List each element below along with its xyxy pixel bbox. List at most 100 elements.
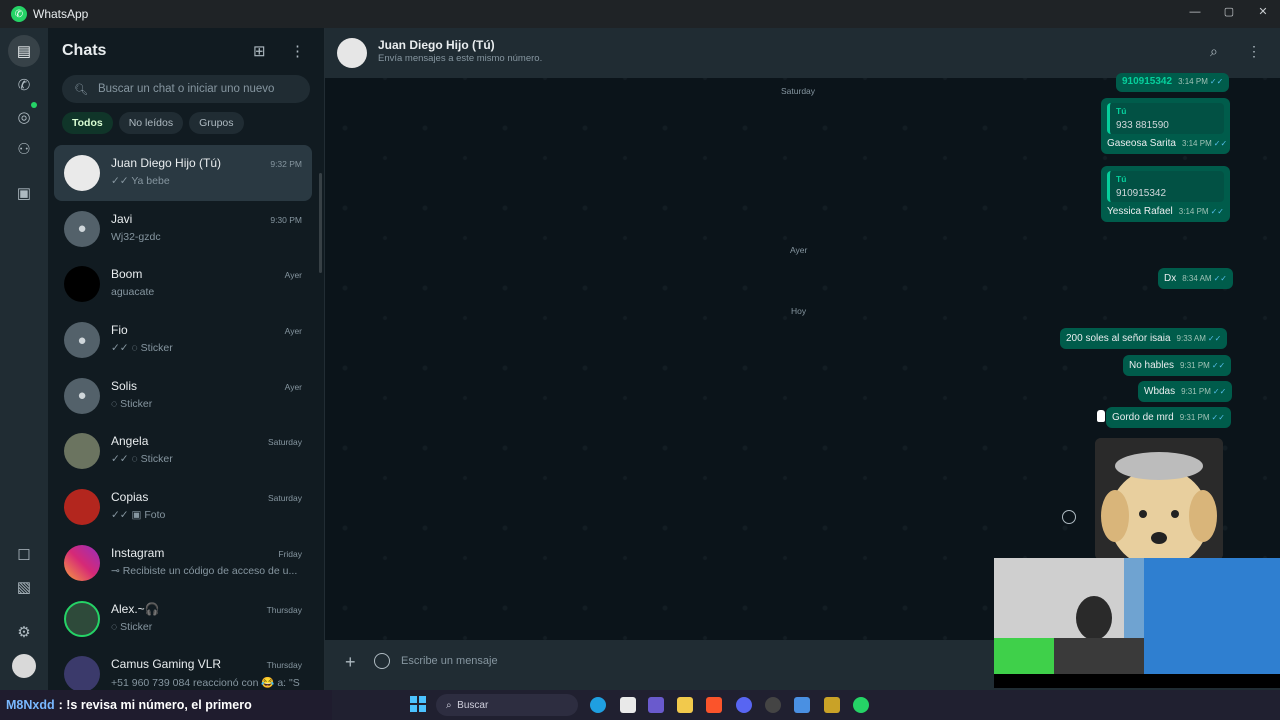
title-bar: ✆ WhatsApp — ▢ ✕	[0, 0, 1280, 28]
sticker-puppy-image[interactable]	[1095, 438, 1223, 560]
maximize-button[interactable]: ▢	[1212, 0, 1246, 28]
chat-item-camus[interactable]: Camus Gaming VLR Thursday +51 960 739 08…	[54, 646, 312, 690]
close-button[interactable]: ✕	[1246, 0, 1280, 28]
sidebar-title: Chats	[62, 42, 107, 59]
minimize-button[interactable]: —	[1178, 0, 1212, 28]
avatar	[64, 489, 100, 526]
avatar	[64, 656, 100, 690]
message-bubble[interactable]: No hables 9:31 PM ✓✓	[1123, 355, 1232, 376]
attach-icon[interactable]: +	[345, 652, 356, 673]
whatsapp-taskbar-icon[interactable]	[853, 697, 869, 713]
chat-item-alex[interactable]: Alex.~🎧 Thursday ◌ Sticker	[54, 591, 312, 647]
message-text: Dx	[1164, 273, 1177, 284]
new-chat-icon[interactable]: ⊞	[253, 42, 266, 60]
chat-preview: ✓✓ Ya bebe	[111, 175, 170, 187]
chat-time: 9:32 PM	[270, 159, 302, 169]
quoted-message[interactable]: Tú 933 881590	[1107, 103, 1224, 134]
chat-preview: ✓✓ ◌ Sticker	[111, 453, 173, 466]
read-check-icon: ✓✓	[1213, 139, 1228, 148]
message-bubble[interactable]: Gordo de mrd 9:31 PM ✓✓	[1106, 407, 1231, 428]
chat-item-instagram[interactable]: Instagram Friday ⊸ Recibiste un código d…	[54, 535, 312, 591]
message-bubble[interactable]: 200 soles al señor isaia 9:33 AM ✓✓	[1060, 328, 1228, 349]
sticker-icon[interactable]	[374, 653, 390, 669]
avatar	[64, 433, 100, 470]
filter-chips: Todos No leídos Grupos	[62, 112, 244, 134]
chat-time: Ayer	[284, 381, 302, 392]
webcam-overlay	[994, 558, 1280, 688]
chat-time: Friday	[278, 548, 302, 559]
chat-preview: Wj32-gzdc	[111, 230, 161, 243]
stream-chat-user: M8Nxdd	[6, 698, 55, 712]
default-avatar-icon: ●	[64, 322, 100, 359]
message-time: 9:31 PM	[1181, 387, 1211, 396]
starred-icon[interactable]: ☐	[12, 543, 36, 567]
brave-icon[interactable]	[706, 697, 722, 713]
chat-name: Solis	[111, 378, 138, 393]
quoted-message[interactable]: Tú 910915342	[1107, 171, 1224, 202]
chat-list-panel: Chats ⊞ ⋮ 🔍︎ Buscar un chat o iniciar un…	[48, 28, 325, 690]
chat-time: Ayer	[284, 326, 302, 337]
message-bubble[interactable]: 910915342 3:14 PM ✓✓	[1116, 73, 1230, 92]
filter-grupos[interactable]: Grupos	[189, 112, 244, 134]
whatsapp-logo-icon: ✆	[11, 6, 27, 22]
avatar	[64, 266, 100, 303]
menu-icon[interactable]: ⋮	[1247, 43, 1261, 60]
message-text: Wbdas	[1144, 386, 1176, 397]
windows-start-icon[interactable]	[410, 696, 426, 712]
communities-icon[interactable]: ⚇	[12, 137, 36, 161]
app-icon[interactable]	[648, 697, 664, 713]
react-emoji-icon[interactable]	[1062, 510, 1076, 524]
chat-item-copias[interactable]: Copias Saturday ✓✓ ▣ Foto	[54, 479, 312, 535]
message-bubble[interactable]: Dx 8:34 AM ✓✓	[1158, 268, 1233, 289]
discord-icon[interactable]	[736, 697, 752, 713]
message-time: 8:34 AM	[1182, 274, 1212, 283]
chats-icon[interactable]: ▤	[8, 35, 40, 67]
quoted-text: 933 881590	[1116, 120, 1169, 131]
calls-icon[interactable]: ✆	[12, 73, 36, 97]
chat-item-solis[interactable]: ● Solis Ayer ◌ Sticker	[54, 368, 312, 424]
notepad-icon[interactable]	[794, 697, 810, 713]
search-icon[interactable]: ⌕	[1210, 43, 1218, 60]
settings-icon[interactable]: ⚙	[12, 620, 36, 644]
archived-icon[interactable]: ▣	[12, 181, 36, 205]
conversation-header[interactable]: Juan Diego Hijo (Tú) Envía mensajes a es…	[325, 28, 1280, 78]
contact-avatar[interactable]	[337, 38, 367, 68]
default-avatar-icon: ●	[64, 210, 100, 247]
message-bubble[interactable]: Wbdas 9:31 PM ✓✓	[1138, 381, 1233, 402]
day-label: Saturday	[781, 86, 816, 96]
chat-preview: ⊸ Recibiste un código de acceso de u...	[111, 564, 298, 577]
search-input[interactable]: 🔍︎ Buscar un chat o iniciar uno nuevo	[62, 75, 310, 103]
message-bubble[interactable]: Tú 933 881590 Gaseosa Sarita 3:14 PM ✓✓	[1101, 98, 1230, 154]
menu-icon[interactable]: ⋮	[290, 42, 305, 60]
contact-name: Juan Diego Hijo (Tú)	[378, 38, 495, 52]
chat-name: Angela	[111, 434, 149, 449]
filter-todos[interactable]: Todos	[62, 112, 113, 134]
filter-no-leidos[interactable]: No leídos	[118, 112, 184, 134]
status-icon[interactable]: ◎	[12, 105, 36, 129]
chat-item-javi[interactable]: ● Javi 9:30 PM Wj32-gzdc	[54, 201, 312, 257]
read-check-icon: ✓✓	[1209, 77, 1224, 86]
read-check-icon: ✓✓	[1211, 413, 1225, 422]
chat-item-juan-diego[interactable]: Juan Diego Hijo (Tú) 9:32 PM ✓✓ Ya bebe	[54, 145, 312, 201]
chat-preview: ◌ Sticker	[111, 397, 153, 410]
message-time: 3:14 PM	[1178, 207, 1209, 216]
message-text: No hables	[1129, 360, 1175, 371]
chat-item-boom[interactable]: Boom Ayer aguacate	[54, 256, 312, 312]
search-placeholder: Buscar un chat o iniciar uno nuevo	[97, 83, 275, 95]
obs-icon[interactable]	[765, 697, 781, 713]
chat-item-angela[interactable]: Angela Saturday ✓✓ ◌ Sticker	[54, 423, 312, 479]
store-icon[interactable]	[620, 697, 636, 713]
file-explorer-icon[interactable]	[677, 697, 693, 713]
profile-avatar[interactable]	[12, 654, 36, 678]
message-input[interactable]: Escribe un mensaje	[401, 655, 498, 667]
quoted-author: Tú	[1116, 174, 1127, 184]
edge-icon[interactable]	[590, 697, 606, 713]
taskbar-search[interactable]: ⌕ Buscar	[436, 694, 578, 716]
media-icon[interactable]: ▧	[12, 575, 36, 599]
message-bubble[interactable]: Tú 910915342 Yessica Rafael 3:14 PM ✓✓	[1101, 166, 1230, 222]
chat-item-fio[interactable]: ● Fio Ayer ✓✓ ◌ Sticker	[54, 312, 312, 368]
app-icon[interactable]	[824, 697, 840, 713]
chat-name: Alex.~🎧	[111, 601, 160, 616]
chat-list-scrollbar[interactable]	[319, 173, 322, 273]
contact-subtitle: Envía mensajes a este mismo número.	[378, 53, 543, 64]
